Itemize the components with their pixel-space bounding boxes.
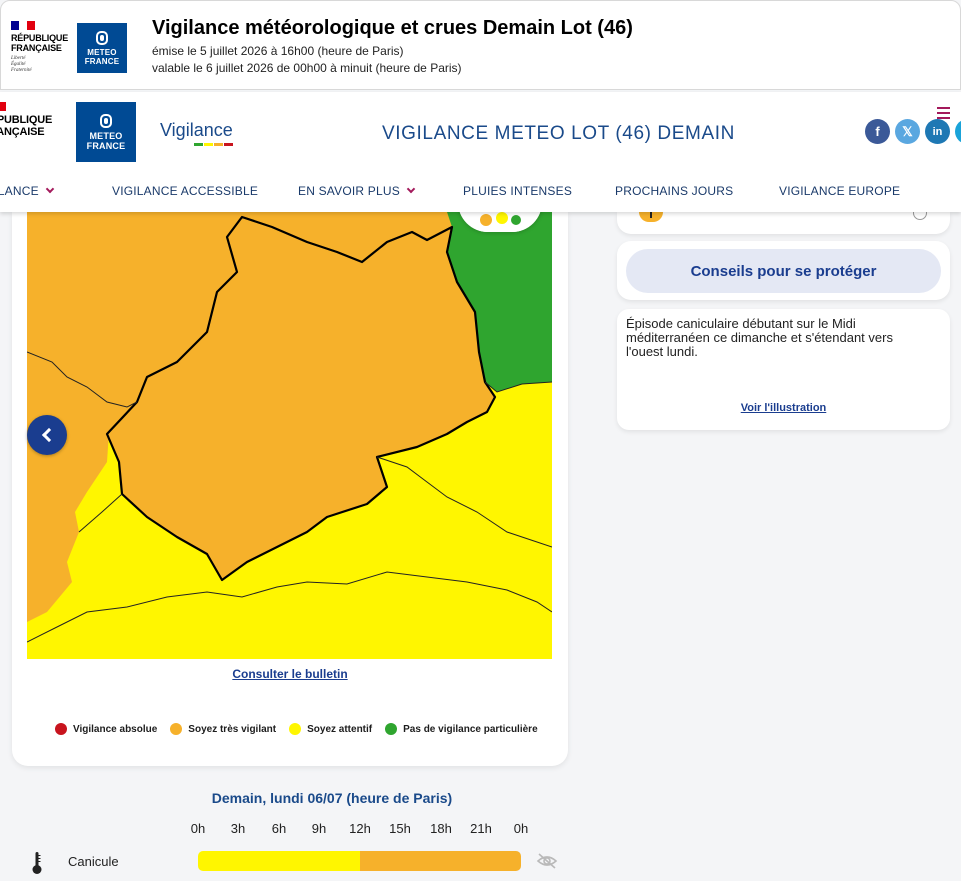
republique-text: RÉPUBLIQUE FRANÇAISE [0,114,52,138]
timeline-segment [359,851,521,871]
legend-color-dot [385,723,398,735]
hour-label: 0h [190,821,206,836]
hour-label: 3h [230,821,246,836]
timeline-day-title: Demain, lundi 06/07 (heure de Paris) [211,790,453,806]
timeline-segment [198,851,360,871]
meteo-france-symbol-icon [100,113,112,128]
chevron-left-icon [41,427,57,443]
meteo-france-logo: METEO FRANCE [77,23,127,73]
canicule-label: Canicule [68,854,119,869]
legend-color-dot [170,723,183,735]
francaise-line: FRANÇAISE [0,126,45,138]
nav-label: EN SAVOIR PLUS [298,184,400,198]
thermometer-warning-icon [639,212,663,222]
eye-slash-icon[interactable] [536,852,558,870]
nav-label: VIGILANCE [0,184,39,198]
map-legend: Vigilance absolue Soyez très vigilant So… [55,723,551,735]
x-twitter-icon[interactable]: 𝕏 [895,119,920,144]
legend-color-dot [289,723,302,735]
chevron-down-icon [406,184,416,194]
republique-text: RÉPUBLIQUE FRANÇAISE [11,33,73,53]
republique-motto: Liberté Égalité Fraternité [11,56,73,74]
vigilance-color-bar [194,143,234,146]
chevron-down-icon [45,184,55,194]
illustration-link[interactable]: Voir l'illustration [617,402,950,414]
main-nav: VIGILANCE VIGILANCE ACCESSIBLE EN SAVOIR… [0,172,961,212]
republique-francaise-logo: RÉPUBLIQUE FRANÇAISE [0,102,52,138]
site-header: RÉPUBLIQUE FRANÇAISE METEO FRANCE Vigila… [0,92,961,212]
vigilance-map-card: Consulter le bulletin Vigilance absolue … [12,172,568,766]
legend-item: Pas de vigilance particulière [385,723,538,735]
nav-label: PROCHAINS JOURS [615,184,734,198]
linkedin-icon[interactable]: in [925,119,950,144]
vigilance-map[interactable] [27,212,552,659]
instagram-icon[interactable]: ◎ [955,119,961,144]
episode-description: Épisode caniculaire débutant sur le Midi… [626,316,893,359]
francaise-line: FRANÇAISE [11,43,62,53]
meteo-logo-line: FRANCE [84,56,120,66]
hour-label: 15h [389,821,411,836]
legend-label: Vigilance absolue [73,723,158,735]
motto-line: Fraternité [11,68,32,73]
republique-line: RÉPUBLIQUE [11,33,69,43]
social-glyph: in [932,125,943,138]
phenomenon-card [617,206,950,234]
legend-item: Vigilance absolue [55,723,157,735]
facebook-icon[interactable]: f [865,119,890,144]
nav-label: PLUIES INTENSES [463,184,573,198]
meteo-logo-line: METEO [87,47,117,57]
advice-card: Conseils pour se protéger [617,241,950,300]
department-map-svg [27,212,552,659]
hour-label: 6h [271,821,287,836]
meteo-france-symbol-icon [96,30,108,45]
previous-day-button[interactable] [27,415,67,455]
hour-label: 21h [470,821,492,836]
site-title: VIGILANCE METEO LOT (46) DEMAIN [382,123,735,144]
republique-line: RÉPUBLIQUE [0,114,53,126]
legend-label: Soyez attentif [307,723,373,735]
meteo-logo-line: FRANCE [86,140,126,151]
legend-color-dot [55,723,67,735]
social-glyph: f [875,124,880,139]
french-flag-icon [0,102,6,111]
legend-item: Soyez attentif [289,723,372,735]
nav-item-vigilance[interactable]: VIGILANCE [0,184,55,198]
issued-date: émise le 5 juillet 2026 à 16h00 (heure d… [152,44,404,58]
hour-label: 12h [349,821,371,836]
thermometer-icon [32,852,42,874]
french-flag-icon [11,21,35,30]
meteo-logo-line: METEO [89,130,123,141]
nav-label: VIGILANCE EUROPE [779,184,901,198]
republique-francaise-logo: RÉPUBLIQUE FRANÇAISE Liberté Égalité Fra… [11,21,73,74]
nav-label: VIGILANCE ACCESSIBLE [112,184,259,198]
legend-item: Soyez très vigilant [170,723,276,735]
legend-label: Pas de vigilance particulière [403,723,538,735]
meteo-france-logo[interactable]: METEO FRANCE [76,102,136,162]
validity-period: valable le 6 juillet 2026 de 00h00 à min… [152,61,462,75]
hour-label: 9h [311,821,327,836]
nav-item-vigilance-europe[interactable]: VIGILANCE EUROPE [779,184,900,198]
nav-item-en-savoir-plus[interactable]: EN SAVOIR PLUS [298,184,416,198]
vigilance-logo[interactable]: Vigilance [160,120,234,146]
canicule-timeline-bar [198,851,521,871]
bulletin-link[interactable]: Consulter le bulletin [12,667,568,681]
hour-label: 0h [513,821,529,836]
nav-item-vigilance-accessible[interactable]: VIGILANCE ACCESSIBLE [112,184,258,198]
description-card: Épisode caniculaire débutant sur le Midi… [617,309,950,430]
advice-button[interactable]: Conseils pour se protéger [626,249,941,293]
print-title: Vigilance météorologique et crues Demain… [152,17,633,39]
vigilance-logo-text: Vigilance [160,120,233,140]
legend-label: Soyez très vigilant [188,723,277,735]
hour-label: 18h [430,821,452,836]
print-header: RÉPUBLIQUE FRANÇAISE Liberté Égalité Fra… [0,0,961,90]
social-glyph: 𝕏 [902,123,913,139]
nav-item-pluies-intenses[interactable]: PLUIES INTENSES [463,184,572,198]
menu-burger-icon[interactable] [937,107,950,122]
page: RÉPUBLIQUE FRANÇAISE Liberté Égalité Fra… [0,0,961,881]
nav-item-prochains-jours[interactable]: PROCHAINS JOURS [615,184,733,198]
